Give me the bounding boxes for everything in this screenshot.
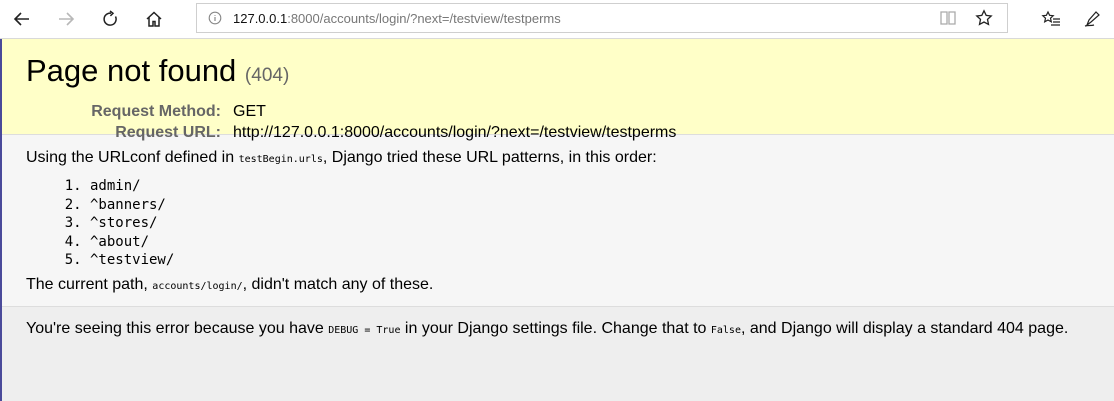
status-code: (404) <box>244 65 290 86</box>
explanation-text: You're seeing this error because you hav… <box>26 319 1088 341</box>
request-method-label: Request Method: <box>91 103 221 120</box>
web-note-button[interactable] <box>1072 0 1114 38</box>
intro-text-before: Using the URLconf defined in <box>26 149 239 166</box>
debug-setting-code: DEBUG = True <box>328 325 401 336</box>
back-button[interactable] <box>0 0 44 38</box>
urlconf-code: testBegin.urls <box>238 154 323 165</box>
arrow-left-icon <box>13 12 29 26</box>
explanation-part2: in your Django settings file. Change tha… <box>400 320 711 337</box>
home-button[interactable] <box>132 0 176 38</box>
list-item: ^testview/ <box>90 251 1088 270</box>
pen-icon <box>1084 11 1100 27</box>
urlconf-intro: Using the URLconf defined in testBegin.u… <box>26 149 1088 169</box>
favorites-hub-button[interactable] <box>1030 0 1072 38</box>
current-path-note: The current path, accounts/login/, didn'… <box>26 276 1088 296</box>
reading-view-icon[interactable] <box>933 4 963 32</box>
debug-explanation: You're seeing this error because you hav… <box>0 307 1114 353</box>
address-bar[interactable]: 127.0.0.1:8000/accounts/login/?next=/tes… <box>196 3 1008 33</box>
forward-button[interactable] <box>44 0 88 38</box>
current-text-before: The current path, <box>26 275 153 293</box>
intro-text-after: , Django tried these URL patterns, in th… <box>322 149 657 166</box>
url-text[interactable]: 127.0.0.1:8000/accounts/login/?next=/tes… <box>233 11 933 26</box>
request-url-value: http://127.0.0.1:8000/accounts/login/?ne… <box>233 124 677 141</box>
list-item: admin/ <box>90 177 1088 196</box>
current-text-after: , didn't match any of these. <box>242 275 434 293</box>
error-info: Using the URLconf defined in testBegin.u… <box>0 135 1114 307</box>
request-meta-table: Request Method: GET Request URL: http://… <box>26 102 676 144</box>
request-url-row: Request URL: http://127.0.0.1:8000/accou… <box>26 123 676 144</box>
window-edge <box>0 39 2 401</box>
favorite-star-icon[interactable] <box>969 4 999 32</box>
list-item: ^banners/ <box>90 196 1088 215</box>
browser-toolbar: 127.0.0.1:8000/accounts/login/?next=/tes… <box>0 0 1114 39</box>
list-item: ^about/ <box>90 233 1088 252</box>
arrow-right-icon <box>59 12 75 26</box>
error-summary: Page not found (404) Request Method: GET… <box>0 39 1114 141</box>
url-path: :8000/accounts/login/?next=/testview/tes… <box>287 10 561 26</box>
explanation-part1: You're seeing this error because you hav… <box>26 320 329 337</box>
request-method-row: Request Method: GET <box>26 102 676 123</box>
list-item: ^stores/ <box>90 214 1088 233</box>
refresh-icon <box>103 10 117 26</box>
page-content: Page not found (404) Request Method: GET… <box>0 39 1114 401</box>
refresh-button[interactable] <box>88 0 132 38</box>
request-method-value: GET <box>233 103 266 120</box>
title-text: Page not found <box>26 53 237 88</box>
false-code: False <box>710 325 741 336</box>
info-icon[interactable] <box>197 11 233 25</box>
page-title: Page not found (404) <box>26 53 1088 94</box>
current-path-code: accounts/login/ <box>152 280 243 292</box>
url-pattern-list: admin/ ^banners/ ^stores/ ^about/ ^testv… <box>26 177 1088 270</box>
url-host: 127.0.0.1 <box>233 10 288 26</box>
explanation-part3: , and Django will display a standard 404… <box>740 320 1069 337</box>
favorites-list-icon <box>1041 10 1060 26</box>
home-icon <box>146 11 162 27</box>
